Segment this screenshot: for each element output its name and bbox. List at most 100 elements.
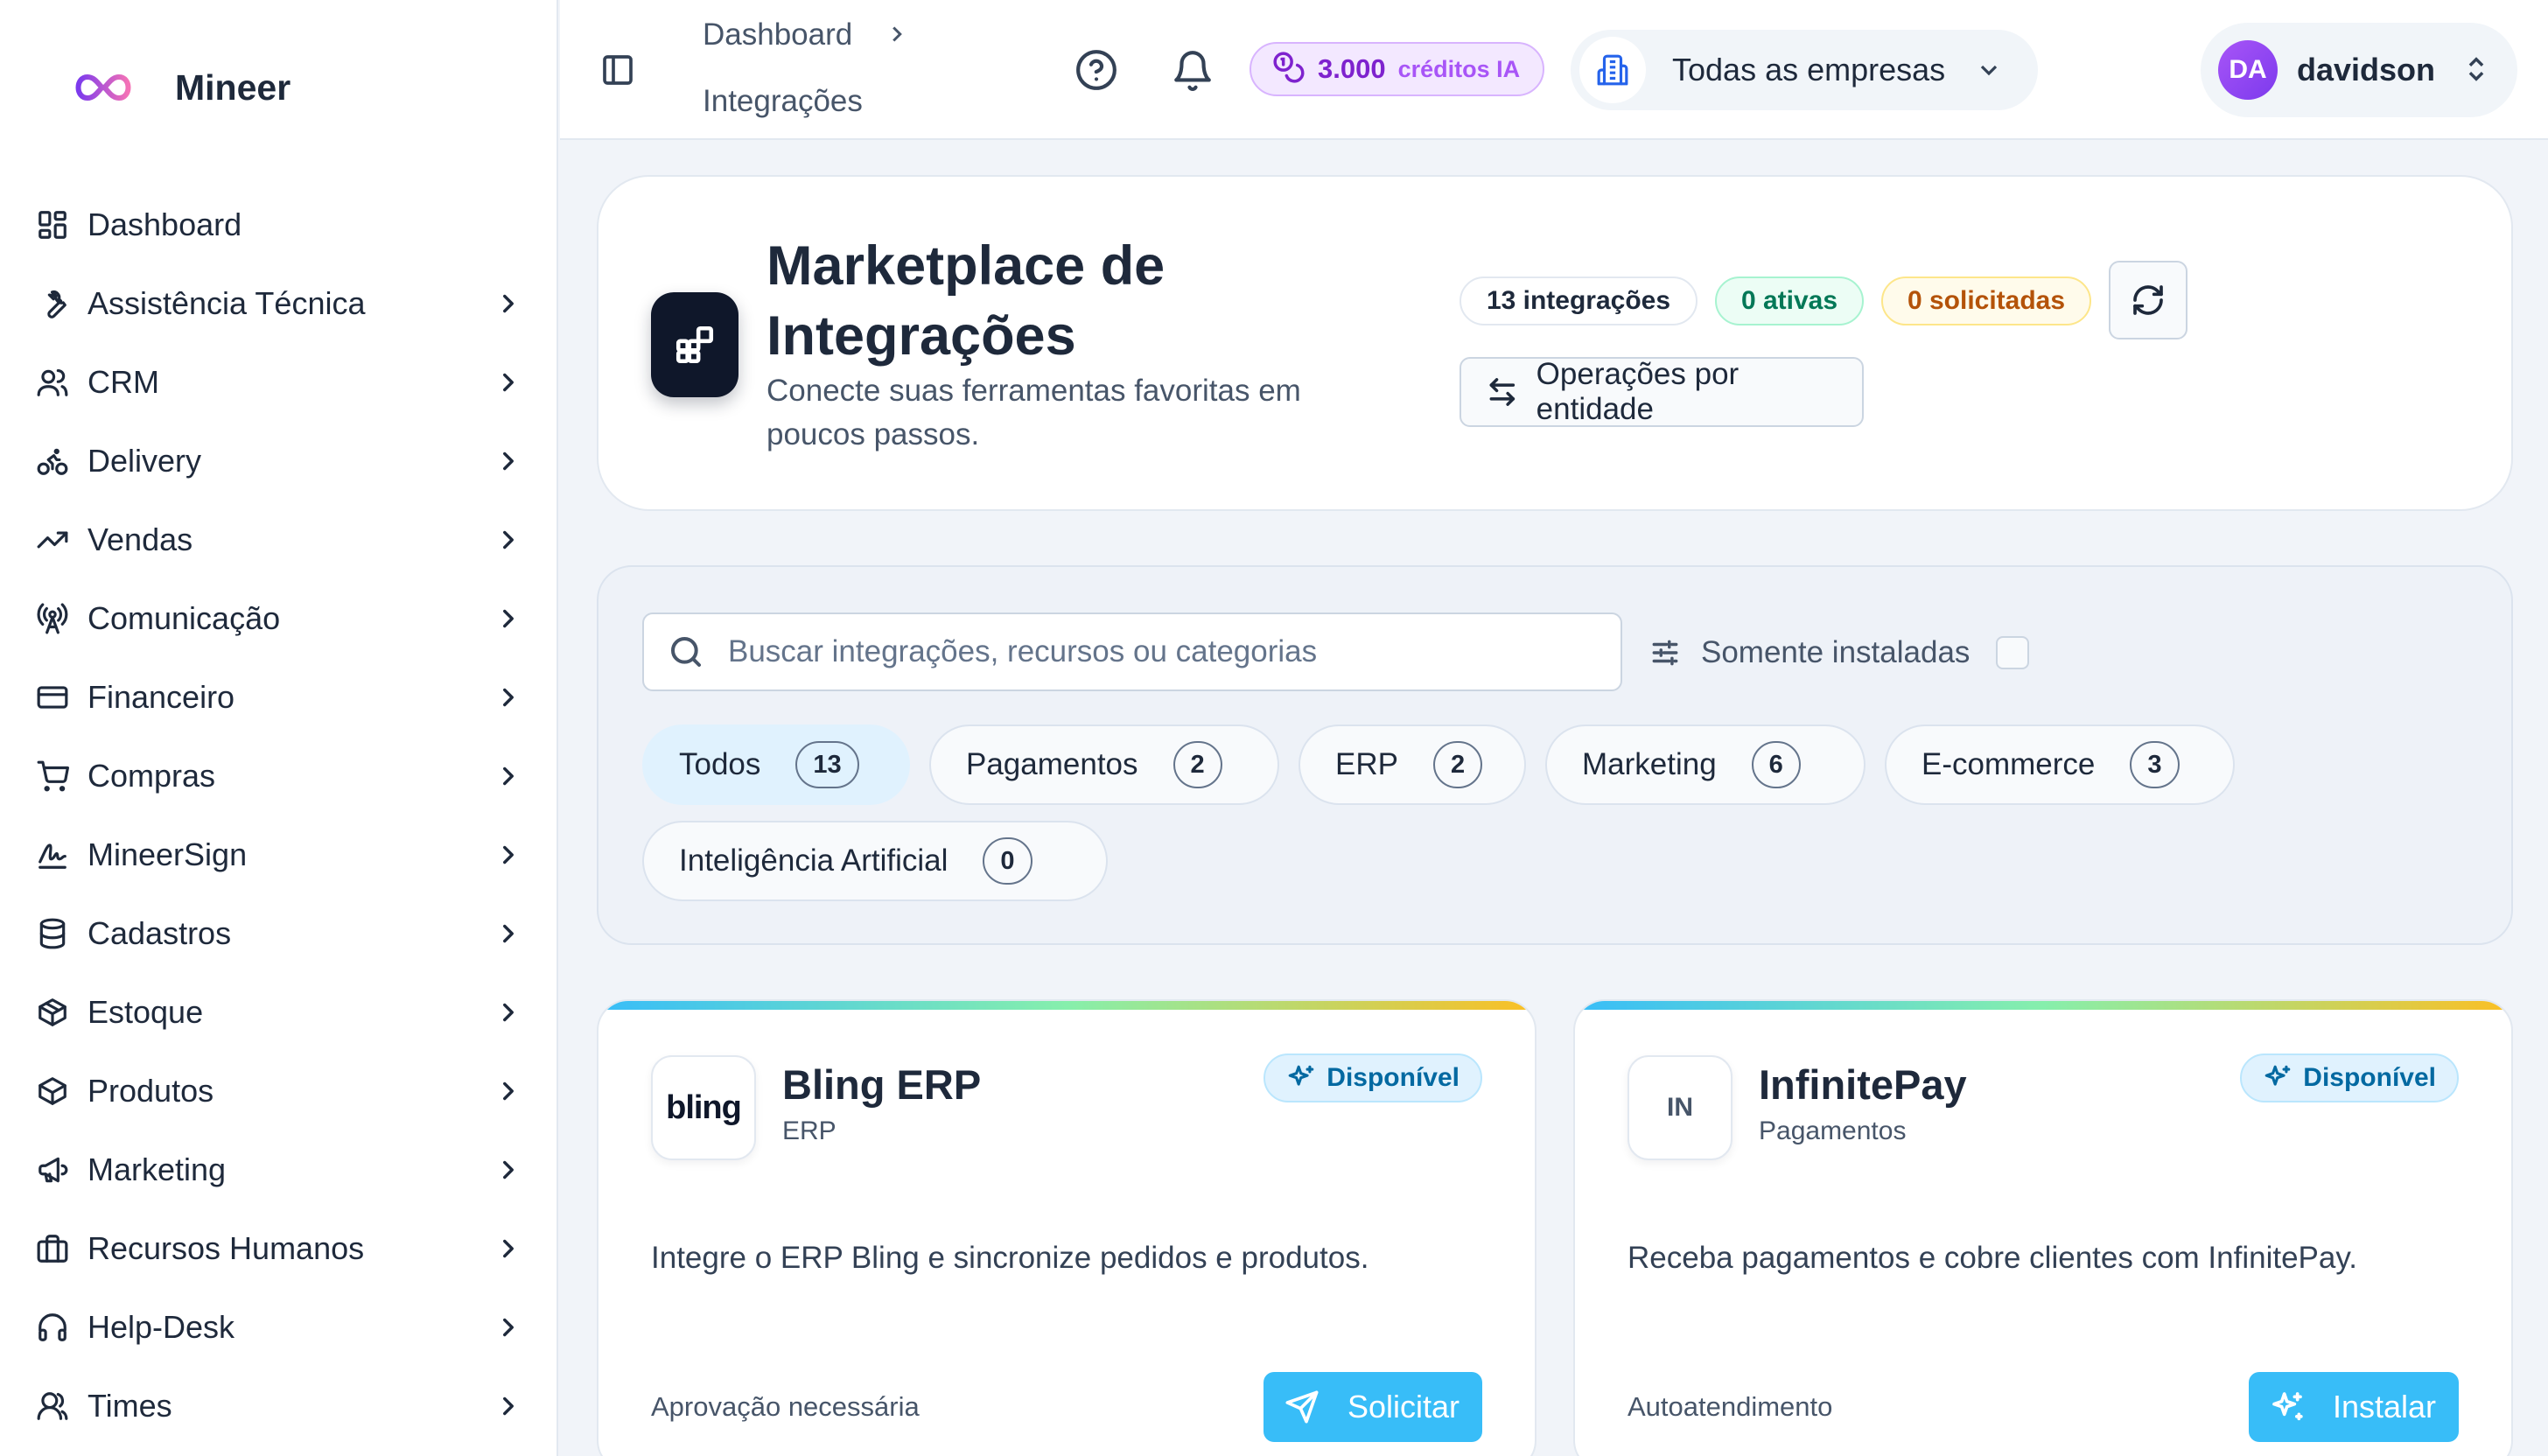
request-button[interactable]: Solicitar	[1263, 1372, 1482, 1442]
request-button-label: Solicitar	[1347, 1389, 1460, 1424]
category-chip-count: 2	[1172, 741, 1222, 788]
sidebar-item-vendas[interactable]: Vendas	[0, 500, 558, 579]
sidebar-item-produtos[interactable]: Produtos	[0, 1052, 558, 1130]
sidebar-item-label: MineerSign	[88, 836, 248, 872]
database-icon	[35, 916, 70, 951]
sidebar-item-assistencia-tecnica[interactable]: Assistência Técnica	[0, 264, 558, 343]
chevron-right-icon	[494, 1391, 523, 1421]
integration-logo: bling	[651, 1055, 756, 1160]
topbar: Dashboard Integrações 3.000 créditos IA …	[560, 0, 2548, 140]
category-chip-label: Pagamentos	[966, 747, 1138, 781]
sidebar-item-financeiro[interactable]: Financeiro	[0, 658, 558, 737]
sidebar-item-label: Times	[88, 1388, 172, 1424]
briefcase-icon	[35, 1231, 70, 1266]
category-chip-marketing[interactable]: Marketing 6	[1545, 724, 1866, 805]
sidebar-item-label: Delivery	[88, 443, 202, 479]
status-badge-label: Disponível	[1326, 1063, 1460, 1092]
category-chip-erp[interactable]: ERP 2	[1298, 724, 1526, 805]
category-chip-count: 2	[1432, 741, 1483, 788]
installed-only-checkbox[interactable]	[1996, 636, 2030, 669]
user-menu[interactable]: DA davidson	[2201, 23, 2517, 117]
category-chip-pagamentos[interactable]: Pagamentos 2	[929, 724, 1279, 805]
headphones-icon	[35, 1310, 70, 1345]
sidebar-item-help-desk[interactable]: Help-Desk	[0, 1288, 558, 1367]
integration-note: Aprovação necessária	[651, 1391, 920, 1422]
radio-tower-icon	[35, 601, 70, 636]
category-chip-count: 0	[983, 837, 1032, 885]
wrench-icon	[35, 286, 70, 321]
install-button[interactable]: Instalar	[2248, 1372, 2459, 1442]
integrations-count-badge: 13 integrações	[1460, 276, 1698, 326]
sidebar-item-estoque[interactable]: Estoque	[0, 973, 558, 1052]
sparkles-icon	[1288, 1065, 1314, 1086]
sidebar-item-label: Estoque	[88, 994, 204, 1030]
arrow-left-right-icon	[1489, 378, 1516, 406]
sidebar-item-recursos-humanos[interactable]: Recursos Humanos	[0, 1209, 558, 1288]
ai-credits-value: 3.000	[1318, 53, 1386, 84]
category-chip-ecommerce[interactable]: E-commerce 3	[1885, 724, 2235, 805]
help-circle-icon	[1076, 50, 1116, 90]
shopping-cart-icon	[35, 759, 70, 794]
ai-credits-label: créditos IA	[1397, 55, 1521, 82]
integration-logo: IN	[1628, 1055, 1732, 1160]
sliders-icon	[1652, 640, 1678, 666]
notifications-button[interactable]	[1171, 49, 1213, 91]
trending-up-icon	[35, 522, 70, 557]
category-chip-inteligencia-artificial[interactable]: Inteligência Artificial 0	[642, 821, 1108, 901]
company-selector[interactable]: Todas as empresas	[1571, 30, 2038, 110]
sidebar-item-delivery[interactable]: Delivery	[0, 422, 558, 500]
marketplace-header-card: Marketplace de Integrações Conecte suas …	[597, 175, 2513, 511]
sidebar-nav: Dashboard Assistência Técnica CRM Delive…	[0, 186, 558, 1446]
infinitepay-logo: IN	[1667, 1093, 1693, 1122]
chevron-right-icon	[494, 1234, 523, 1264]
sidebar-item-label: Recursos Humanos	[88, 1230, 365, 1266]
sidebar-item-mineersign[interactable]: MineerSign	[0, 816, 558, 894]
operations-by-entity-button[interactable]: Operações por entidade	[1460, 357, 1864, 427]
chevrons-up-down-icon	[2461, 54, 2491, 84]
sidebar-item-label: Dashboard	[88, 206, 242, 242]
signature-icon	[35, 837, 70, 872]
sidebar-item-label: Assistência Técnica	[88, 285, 366, 321]
refresh-button[interactable]	[2109, 261, 2188, 340]
sparkles-icon	[2264, 1065, 2291, 1086]
installed-only-label: Somente instaladas	[1701, 635, 1970, 669]
send-icon	[1285, 1390, 1319, 1424]
help-button[interactable]	[1074, 48, 1118, 92]
page-title: Marketplace de Integrações	[766, 235, 1166, 367]
sidebar-item-cadastros[interactable]: Cadastros	[0, 894, 558, 973]
user-team-icon	[35, 1389, 70, 1424]
sidebar: Mineer Dashboard Assistência Técnica CRM…	[0, 0, 558, 1456]
operations-by-entity-label: Operações por entidade	[1536, 357, 1740, 426]
search-input[interactable]	[728, 634, 1586, 669]
sidebar-item-crm[interactable]: CRM	[0, 343, 558, 422]
refresh-icon	[2133, 285, 2163, 315]
user-name: davidson	[2297, 52, 2436, 88]
chevron-right-icon	[494, 1155, 523, 1185]
package-icon	[35, 995, 70, 1030]
brand[interactable]: Mineer	[70, 63, 290, 112]
search-box[interactable]	[642, 612, 1622, 691]
installed-only-toggle[interactable]: Somente instaladas	[1648, 628, 2030, 677]
chevron-right-icon	[494, 682, 523, 712]
sidebar-item-compras[interactable]: Compras	[0, 737, 558, 816]
sidebar-toggle-button[interactable]	[600, 52, 635, 88]
sidebar-item-marketing[interactable]: Marketing	[0, 1130, 558, 1209]
megaphone-icon	[35, 1152, 70, 1187]
category-chip-todos[interactable]: Todos 13	[642, 724, 910, 805]
breadcrumb-dashboard[interactable]: Dashboard	[703, 18, 852, 52]
ai-credits-badge[interactable]: 3.000 créditos IA	[1250, 42, 1545, 96]
chevron-right-icon	[494, 604, 523, 634]
page-subtitle: Conecte suas ferramentas favoritas em po…	[766, 374, 1301, 452]
sidebar-item-times[interactable]: Times	[0, 1367, 558, 1446]
bell-icon	[1174, 51, 1211, 91]
filter-panel: Somente instaladas Todos 13 Pagamentos 2…	[597, 565, 2513, 945]
sidebar-item-comunicacao[interactable]: Comunicação	[0, 579, 558, 658]
chevron-right-icon	[494, 998, 523, 1027]
category-chip-label: Todos	[679, 747, 761, 781]
card-accent-stripe	[1575, 1001, 2511, 1010]
chevron-right-icon	[494, 368, 523, 397]
category-chip-label: Inteligência Artificial	[679, 844, 948, 878]
sidebar-item-label: Financeiro	[88, 679, 235, 715]
sidebar-item-dashboard[interactable]: Dashboard	[0, 186, 558, 264]
category-chip-count: 3	[2130, 741, 2180, 788]
